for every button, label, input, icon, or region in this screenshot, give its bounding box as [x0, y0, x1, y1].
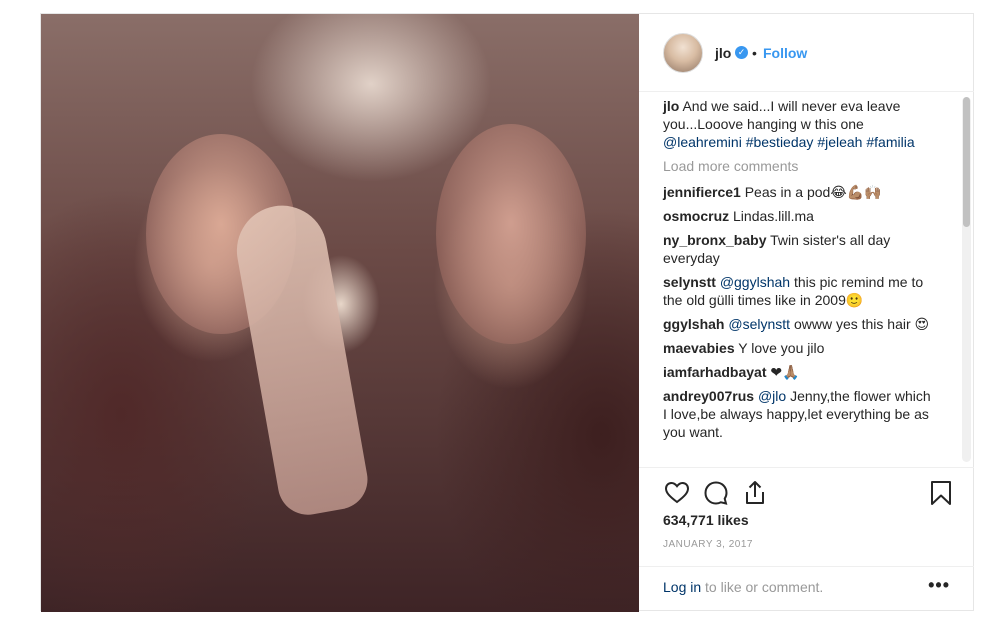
avatar[interactable]	[663, 33, 703, 73]
instagram-post: jlo ✓ • Follow jlo And we said...I will …	[40, 13, 974, 612]
login-prompt: Log in to like or comment.	[663, 579, 823, 595]
comment-username[interactable]: jennifierce1	[663, 184, 741, 200]
comment-username[interactable]: ny_bronx_baby	[663, 232, 766, 248]
caption: jlo And we said...I will never eva leave…	[663, 97, 938, 151]
comment-item: ggylshah @selynstt owww yes this hair 😍	[663, 315, 938, 333]
caption-tag[interactable]: #bestieday	[746, 134, 814, 150]
caption-tag[interactable]: @leahremini	[663, 134, 742, 150]
comment-item: maevabies Y love you jilo	[663, 339, 938, 357]
comments-panel[interactable]: jlo And we said...I will never eva leave…	[639, 93, 974, 468]
caption-username[interactable]: jlo	[663, 98, 679, 114]
comment-username[interactable]: maevabies	[663, 340, 735, 356]
caption-tag[interactable]: #jeleah	[817, 134, 862, 150]
login-link[interactable]: Log in	[663, 579, 701, 595]
comment-mention[interactable]: @selynstt	[728, 316, 790, 332]
header-username[interactable]: jlo	[715, 45, 731, 61]
comment-username[interactable]: osmocruz	[663, 208, 729, 224]
bookmark-icon[interactable]	[927, 479, 955, 507]
comment-username[interactable]: selynstt	[663, 274, 716, 290]
comments-scrollbar[interactable]	[962, 97, 971, 462]
verified-badge-icon: ✓	[735, 46, 748, 59]
comment-username[interactable]: iamfarhadbayat	[663, 364, 766, 380]
post-footer: Log in to like or comment. •••	[639, 566, 974, 610]
comment-item: iamfarhadbayat ❤🙏🏽	[663, 363, 938, 381]
post-sidebar: jlo ✓ • Follow jlo And we said...I will …	[639, 14, 974, 610]
action-bar	[639, 479, 974, 509]
comment-item: selynstt @ggylshah this pic remind me to…	[663, 273, 938, 309]
comment-item: jennifierce1 Peas in a pod😂💪🏽🙌🏽	[663, 183, 938, 201]
photo-person-right	[436, 124, 586, 344]
comment-text: ❤🙏🏽	[770, 364, 800, 380]
separator-dot: •	[752, 45, 757, 61]
post-date[interactable]: JANUARY 3, 2017	[663, 539, 753, 550]
comment-text: owww yes this hair 😍	[793, 316, 930, 332]
comment-mention[interactable]: @jlo	[758, 388, 786, 404]
scrollbar-thumb[interactable]	[963, 97, 970, 227]
login-prompt-text: to like or comment.	[705, 579, 824, 595]
load-more-comments-button[interactable]: Load more comments	[663, 157, 938, 175]
comment-text: Lindas.lill.ma	[733, 208, 814, 224]
comment-list: jlo And we said...I will never eva leave…	[663, 97, 938, 447]
comment-mention[interactable]: @ggylshah	[720, 274, 790, 290]
follow-button[interactable]: Follow	[763, 45, 807, 61]
more-options-icon[interactable]: •••	[928, 575, 950, 596]
comment-item: osmocruz Lindas.lill.ma	[663, 207, 938, 225]
comment-username[interactable]: ggylshah	[663, 316, 724, 332]
like-heart-icon[interactable]	[663, 479, 691, 507]
comment-text: Y love you jilo	[738, 340, 825, 356]
caption-tag[interactable]: #familia	[866, 134, 914, 150]
comment-item: ny_bronx_baby Twin sister's all day ever…	[663, 231, 938, 267]
post-photo[interactable]	[41, 14, 639, 612]
comment-username[interactable]: andrey007rus	[663, 388, 754, 404]
comment-bubble-icon[interactable]	[702, 479, 730, 507]
comment-text: Peas in a pod😂💪🏽🙌🏽	[744, 184, 882, 200]
like-count[interactable]: 634,771 likes	[663, 512, 749, 528]
photo-hand	[229, 198, 373, 520]
post-header: jlo ✓ • Follow	[639, 14, 974, 92]
share-icon[interactable]	[741, 479, 769, 507]
comment-item: andrey007rus @jlo Jenny,the flower which…	[663, 387, 938, 441]
caption-text: And we said...I will never eva leave you…	[663, 98, 901, 132]
